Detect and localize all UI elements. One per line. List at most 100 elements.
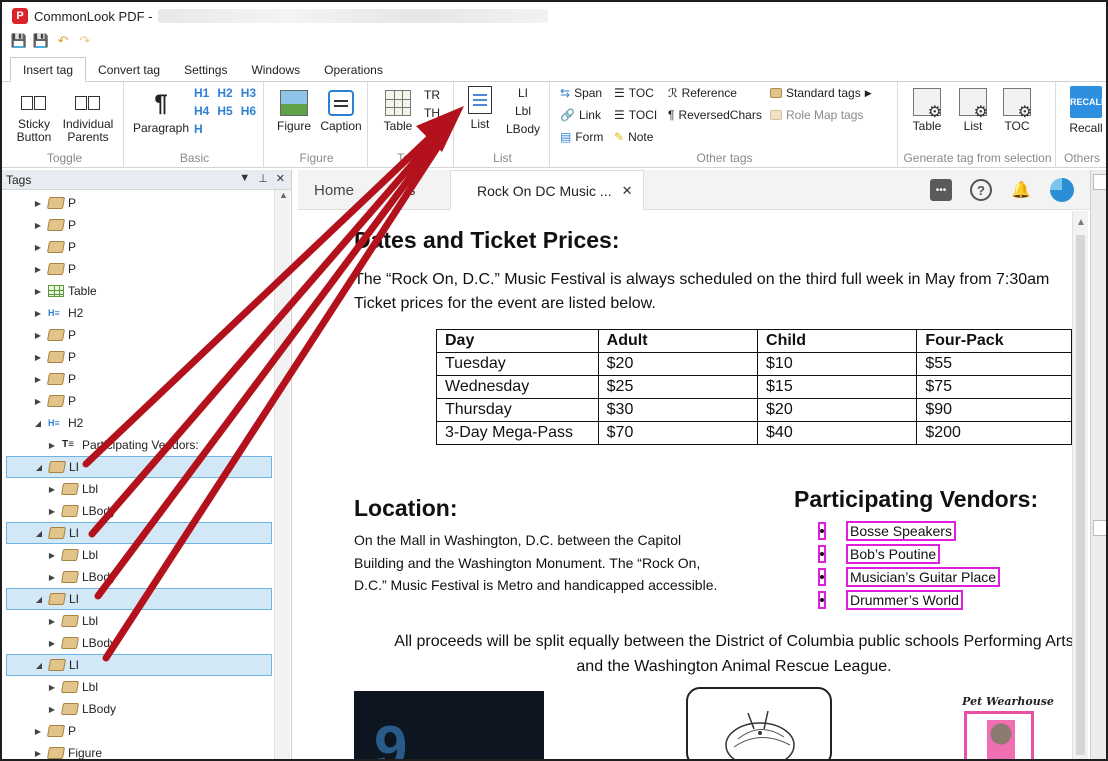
document-scrollbar[interactable]: ▲ xyxy=(1072,211,1088,759)
expand-arrow-icon[interactable]: ▶ xyxy=(32,265,44,274)
tab-hidden[interactable]: s xyxy=(408,170,416,210)
h-button[interactable]: H xyxy=(194,122,203,136)
role-map-tags-menu[interactable]: Role Map tags xyxy=(770,108,863,122)
tag-node-li[interactable]: ◢ LI xyxy=(6,522,272,544)
undo-icon[interactable]: ↶ xyxy=(54,33,72,49)
expand-arrow-icon[interactable]: ▶ xyxy=(46,441,58,450)
tab-windows[interactable]: Windows xyxy=(239,58,312,81)
tag-node-p[interactable]: ▶ P xyxy=(2,258,272,280)
scroll-up-icon[interactable]: ▲ xyxy=(279,190,288,200)
tag-node-li[interactable]: ◢ LI xyxy=(6,588,272,610)
side-panel-tab-mid[interactable] xyxy=(1093,520,1106,536)
expand-arrow-icon[interactable]: ▶ xyxy=(46,507,58,516)
close-tab-icon[interactable]: ✕ xyxy=(622,183,633,199)
toc-button[interactable]: ☰ TOC xyxy=(614,86,654,100)
collapse-arrow-icon[interactable]: ◢ xyxy=(33,529,45,538)
close-icon[interactable]: ✕ xyxy=(276,172,285,185)
tag-node-lbody[interactable]: ▶ LBody xyxy=(2,632,272,654)
expand-arrow-icon[interactable]: ▶ xyxy=(46,551,58,560)
th-button[interactable]: TH xyxy=(424,104,440,122)
paragraph-button[interactable]: ¶ Paragraph xyxy=(132,90,190,135)
document-scroll-thumb[interactable] xyxy=(1076,235,1085,755)
standard-tags-menu[interactable]: Standard tags ▶ xyxy=(770,86,872,100)
expand-arrow-icon[interactable]: ▶ xyxy=(32,331,44,340)
generate-toc-button[interactable]: TOC xyxy=(998,88,1036,133)
tag-node-table[interactable]: ▶ Table xyxy=(2,280,272,302)
tag-node-li[interactable]: ◢ LI xyxy=(6,456,272,478)
side-panel-tab-top[interactable] xyxy=(1093,174,1106,190)
h1-button[interactable]: H1 xyxy=(194,86,209,100)
generate-list-button[interactable]: List xyxy=(954,88,992,133)
tag-node-li[interactable]: ◢ LI xyxy=(6,654,272,676)
tab-insert-tag[interactable]: Insert tag xyxy=(10,57,87,82)
tag-node-p[interactable]: ▶ P xyxy=(2,324,272,346)
expand-arrow-icon[interactable]: ▶ xyxy=(46,485,58,494)
tab-convert-tag[interactable]: Convert tag xyxy=(86,58,172,81)
save-icon[interactable]: 💾 xyxy=(10,33,28,49)
expand-arrow-icon[interactable]: ▶ xyxy=(32,727,44,736)
individual-parents-button[interactable]: Individual Parents xyxy=(58,92,118,144)
figure-button[interactable]: Figure xyxy=(272,90,316,133)
tab-settings[interactable]: Settings xyxy=(172,58,239,81)
note-button[interactable]: ✎ Note xyxy=(614,130,653,144)
collapse-arrow-icon[interactable]: ◢ xyxy=(33,595,45,604)
expand-arrow-icon[interactable]: ▶ xyxy=(46,573,58,582)
tr-button[interactable]: TR xyxy=(424,86,440,104)
collapse-arrow-icon[interactable]: ◢ xyxy=(32,419,44,428)
h4-button[interactable]: H4 xyxy=(194,104,209,118)
tab-document[interactable]: Rock On DC Music ... ✕ xyxy=(450,170,644,210)
reference-button[interactable]: ℛ Reference xyxy=(668,86,737,100)
tag-tree-scrollbar[interactable]: ▲ xyxy=(274,190,290,759)
link-button[interactable]: 🔗 Link xyxy=(560,108,601,122)
tag-node-lbl[interactable]: ▶ Lbl xyxy=(2,478,272,500)
reversed-chars-button[interactable]: ¶ ReversedChars xyxy=(668,108,762,122)
caption-button[interactable]: Caption xyxy=(318,90,364,133)
bell-icon[interactable]: 🔔 xyxy=(1010,179,1032,201)
expand-arrow-icon[interactable]: ▶ xyxy=(32,199,44,208)
span-button[interactable]: ⇆ Span xyxy=(560,86,602,100)
expand-arrow-icon[interactable]: ▶ xyxy=(46,617,58,626)
h6-button[interactable]: H6 xyxy=(241,104,256,118)
tab-operations[interactable]: Operations xyxy=(312,58,395,81)
tag-node-lbody[interactable]: ▶ LBody xyxy=(2,500,272,522)
lbody-button[interactable]: LBody xyxy=(504,120,542,138)
expand-arrow-icon[interactable]: ▶ xyxy=(32,243,44,252)
tag-node-p[interactable]: ▶ P xyxy=(2,368,272,390)
expand-arrow-icon[interactable]: ▶ xyxy=(32,397,44,406)
expand-arrow-icon[interactable]: ▶ xyxy=(32,287,44,296)
redo-icon[interactable]: ↷ xyxy=(76,33,94,49)
tag-node-h2[interactable]: ◢ H≡ H2 xyxy=(2,412,272,434)
h3-button[interactable]: H3 xyxy=(241,86,256,100)
expand-arrow-icon[interactable]: ▶ xyxy=(32,221,44,230)
list-button[interactable]: List xyxy=(462,86,498,131)
tag-node-lbl[interactable]: ▶ Lbl xyxy=(2,610,272,632)
expand-arrow-icon[interactable]: ▶ xyxy=(46,639,58,648)
tag-node-p[interactable]: ▶ P xyxy=(2,192,272,214)
expand-arrow-icon[interactable]: ▶ xyxy=(46,705,58,714)
expand-arrow-icon[interactable]: ▶ xyxy=(32,375,44,384)
form-button[interactable]: ▤ Form xyxy=(560,130,603,144)
collapse-arrow-icon[interactable]: ◢ xyxy=(33,661,45,670)
tag-node-lbl[interactable]: ▶ Lbl xyxy=(2,676,272,698)
tag-node-p[interactable]: ▶ P xyxy=(2,390,272,412)
expand-arrow-icon[interactable]: ▶ xyxy=(32,353,44,362)
save-all-icon[interactable]: 💾 xyxy=(32,33,50,49)
h5-button[interactable]: H5 xyxy=(217,104,232,118)
tag-node-p[interactable]: ▶ P xyxy=(2,346,272,368)
expand-arrow-icon[interactable]: ▶ xyxy=(46,683,58,692)
tag-node-lbody[interactable]: ▶ LBody xyxy=(2,698,272,720)
scroll-up-icon[interactable]: ▲ xyxy=(1076,217,1086,228)
collapse-arrow-icon[interactable]: ◢ xyxy=(33,463,45,472)
help-icon[interactable]: ? xyxy=(970,179,992,201)
tag-node-figure[interactable]: ▶ Figure xyxy=(2,742,272,759)
tag-node-lbl[interactable]: ▶ Lbl xyxy=(2,544,272,566)
progress-pie-icon[interactable] xyxy=(1050,178,1074,202)
tag-node-h2[interactable]: ▶ H≡ H2 xyxy=(2,302,272,324)
tag-node-p[interactable]: ▶ P xyxy=(2,720,272,742)
lbl-button[interactable]: Lbl xyxy=(504,102,542,120)
tag-node-p[interactable]: ▶ P xyxy=(2,236,272,258)
pin-icon[interactable]: ⊥ xyxy=(258,172,268,185)
sticky-button[interactable]: Sticky Button xyxy=(12,92,56,144)
toci-button[interactable]: ☰ TOCI xyxy=(614,108,657,122)
tab-home[interactable]: Home xyxy=(314,170,354,210)
